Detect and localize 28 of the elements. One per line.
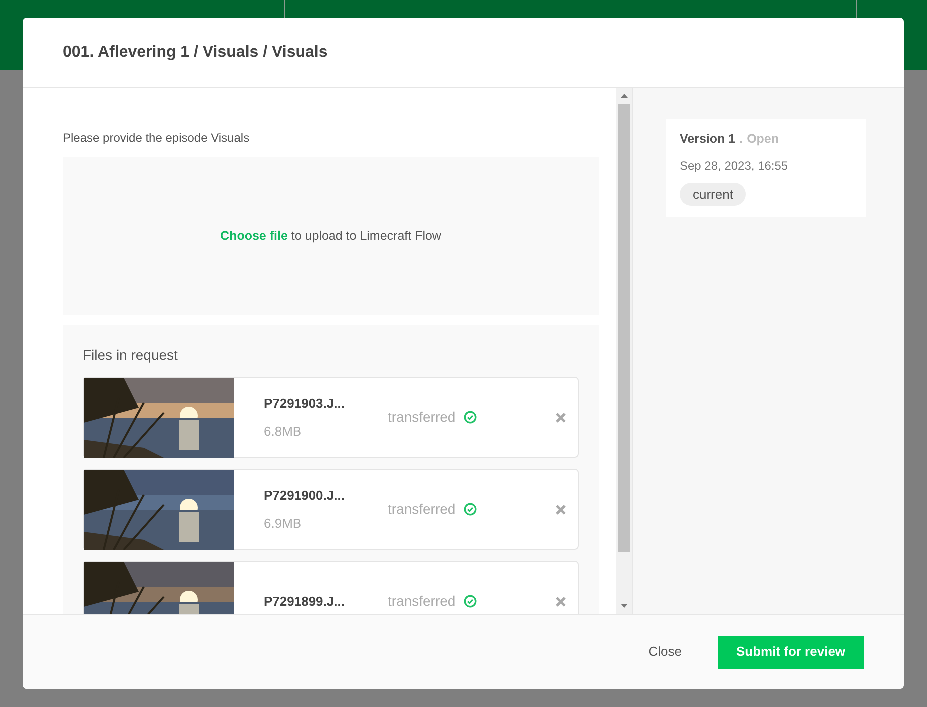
- upload-prompt: Please provide the episode Visuals: [63, 130, 251, 147]
- scroll-up-icon[interactable]: [620, 94, 628, 98]
- file-status: transferred: [388, 592, 456, 611]
- version-badge: current: [680, 182, 746, 206]
- file-status: transferred: [388, 500, 456, 519]
- check-icon: [464, 411, 477, 424]
- check-icon: [464, 595, 477, 608]
- remove-icon[interactable]: [556, 504, 566, 514]
- close-button[interactable]: Close: [636, 634, 694, 670]
- file-size: 6.8MB: [264, 422, 303, 440]
- version-title: Version 1: [680, 131, 736, 148]
- remove-icon[interactable]: [556, 412, 566, 422]
- scroll-down-icon[interactable]: [620, 604, 628, 608]
- version-date: Sep 28, 2023, 16:55: [680, 158, 788, 175]
- scrollbar[interactable]: [616, 88, 632, 614]
- version-state: Open: [747, 131, 780, 148]
- drop-zone[interactable]: Choose file to upload to Limecraft Flow: [63, 157, 599, 315]
- dialog-title: 001. Aflevering 1 / Visuals / Visuals: [63, 42, 328, 62]
- upload-text: Choose file to upload to Limecraft Flow: [220, 228, 442, 245]
- file-size: 6.9MB: [264, 514, 303, 532]
- files-title: Files in request: [83, 346, 179, 365]
- file-name: P7291903.J...: [264, 395, 346, 413]
- check-icon: [464, 503, 477, 516]
- version-separator: .: [740, 131, 744, 148]
- file-name: P7291900.J...: [264, 487, 346, 505]
- remove-icon[interactable]: [556, 596, 566, 606]
- file-name: P7291899.J...: [264, 592, 346, 611]
- file-status: transferred: [388, 408, 456, 427]
